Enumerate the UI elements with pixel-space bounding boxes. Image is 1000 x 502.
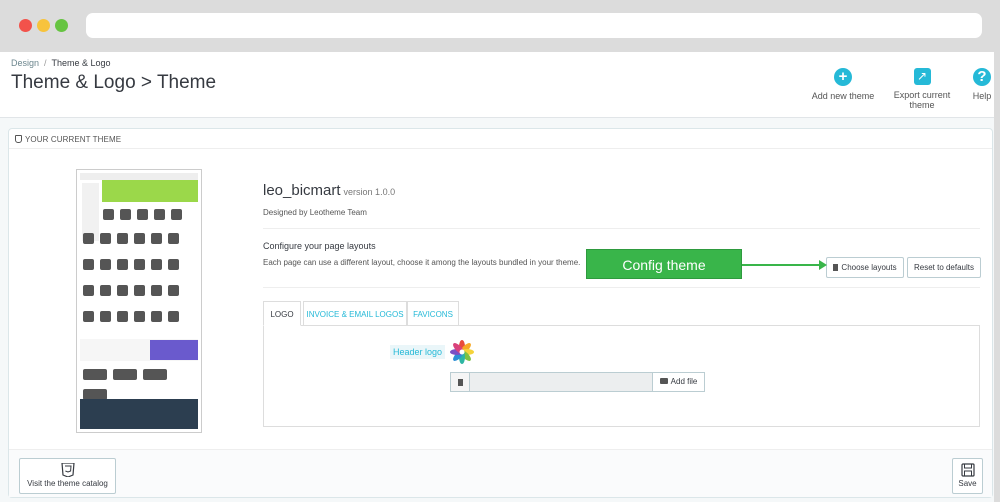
save-label: Save xyxy=(958,479,977,488)
choose-layouts-button[interactable]: Choose layouts xyxy=(826,257,904,278)
panel-heading-text: YOUR CURRENT THEME xyxy=(25,135,122,144)
config-theme-callout: Config theme xyxy=(586,249,742,279)
export-theme-label: Export current theme xyxy=(893,90,951,110)
preview-banner xyxy=(102,180,198,202)
html5-shield-icon xyxy=(15,135,22,143)
theme-name-text: leo_bicmart xyxy=(263,182,341,199)
configure-layouts-title: Configure your page layouts xyxy=(263,241,376,251)
close-window-dot[interactable] xyxy=(19,19,32,32)
preview-topbar xyxy=(80,173,198,180)
browser-chrome xyxy=(0,0,1000,52)
save-button[interactable]: Save xyxy=(952,458,983,494)
file-icon xyxy=(458,379,463,386)
export-current-theme-button[interactable]: ↗ Export current theme xyxy=(880,68,964,110)
help-button[interactable]: ? Help xyxy=(970,68,994,101)
header-logo-file-group: Add file xyxy=(450,372,705,392)
help-label: Help xyxy=(972,91,992,101)
preview-product-row xyxy=(100,207,198,225)
html5-icon xyxy=(60,463,75,477)
configure-layouts-description: Each page can use a different layout, ch… xyxy=(263,258,581,267)
divider xyxy=(263,287,980,288)
page-header: Design / Theme & Logo Theme & Logo > Theme… xyxy=(0,52,994,118)
current-theme-panel: YOUR CURRENT THEME leo_bicmart version 1. xyxy=(8,128,993,498)
theme-preview-content xyxy=(80,173,198,429)
save-disk-icon xyxy=(960,463,975,477)
theme-author: Designed by Leotheme Team xyxy=(263,208,367,217)
breadcrumb: Design / Theme & Logo xyxy=(11,58,111,68)
address-bar[interactable] xyxy=(86,13,982,38)
tab-favicons[interactable]: FAVICONS xyxy=(407,301,459,326)
logo-tab-content: Header logo Add file xyxy=(263,325,980,427)
flower-logo-icon xyxy=(450,340,474,364)
visit-theme-catalog-button[interactable]: Visit the theme catalog xyxy=(19,458,116,494)
panel-heading: YOUR CURRENT THEME xyxy=(9,129,992,149)
breadcrumb-parent[interactable]: Design xyxy=(11,58,39,68)
header-logo-label: Header logo xyxy=(390,345,446,359)
add-file-label: Add file xyxy=(670,377,698,386)
preview-product-row xyxy=(80,257,198,275)
theme-version: version 1.0.0 xyxy=(343,187,396,197)
header-logo-file-input[interactable] xyxy=(469,372,653,392)
breadcrumb-current: Theme & Logo xyxy=(51,58,111,68)
preview-blog-row xyxy=(80,367,198,400)
choose-layouts-label: Choose layouts xyxy=(841,263,897,272)
preview-footer xyxy=(80,399,198,429)
maximize-window-dot[interactable] xyxy=(55,19,68,32)
add-new-theme-button[interactable]: + Add new theme xyxy=(811,68,875,101)
file-icon xyxy=(833,264,839,271)
share-icon: ↗ xyxy=(913,68,931,85)
theme-name: leo_bicmart version 1.0.0 xyxy=(263,182,395,199)
file-addon xyxy=(450,372,470,392)
plus-circle-icon: + xyxy=(834,68,852,86)
theme-preview-image xyxy=(76,169,202,433)
folder-open-icon xyxy=(659,378,668,384)
app-window: Design / Theme & Logo Theme & Logo > Theme… xyxy=(0,52,994,502)
reset-to-defaults-button[interactable]: Reset to defaults xyxy=(907,257,981,278)
tab-invoice-email-logos[interactable]: INVOICE & EMAIL LOGOS xyxy=(303,301,407,326)
add-new-theme-label: Add new theme xyxy=(811,91,875,101)
page-title: Theme & Logo > Theme xyxy=(11,72,217,93)
minimize-window-dot[interactable] xyxy=(37,19,50,32)
visit-catalog-label: Visit the theme catalog xyxy=(27,479,108,488)
arrow-right-icon xyxy=(819,260,827,270)
help-icon: ? xyxy=(973,68,991,86)
preview-product-row xyxy=(80,283,198,301)
add-file-button[interactable]: Add file xyxy=(652,372,705,392)
panel-footer: Visit the theme catalog Save xyxy=(9,449,992,497)
preview-promo-banner xyxy=(150,340,198,360)
preview-product-row xyxy=(80,309,198,327)
callout-arrow-line xyxy=(742,264,822,266)
breadcrumb-separator: / xyxy=(44,58,47,68)
tab-logo[interactable]: LOGO xyxy=(263,301,301,326)
divider xyxy=(263,228,980,229)
preview-product-row xyxy=(80,231,198,249)
